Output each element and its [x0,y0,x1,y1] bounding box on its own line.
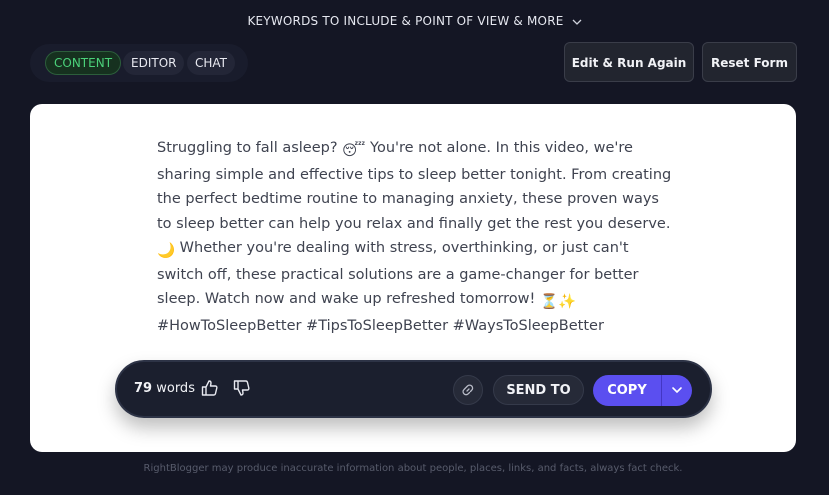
thumbs-up-icon[interactable] [200,378,220,402]
link-button[interactable] [453,375,483,405]
crescent-moon-emoji: 🌙 [157,242,176,259]
tab-editor[interactable]: EDITOR [123,51,185,75]
copy-button[interactable]: COPY [593,375,661,406]
copy-options-button[interactable] [662,375,692,406]
view-tabs: CONTENT EDITOR CHAT [30,44,248,82]
sparkles-emoji: ✨ [558,294,577,311]
word-count: 79 words [134,381,195,396]
tab-content[interactable]: CONTENT [45,51,122,75]
content-card: Struggling to fall asleep? 😴 You're not … [30,104,796,452]
chevron-down-icon [572,15,582,29]
reset-form-button[interactable]: Reset Form [702,42,797,82]
content-toolbar: 79 words SEND TO COPY [115,360,712,418]
hourglass-emoji: ⏳ [539,294,559,311]
edit-run-again-button[interactable]: Edit & Run Again [564,42,694,82]
copy-button-group: COPY [593,375,692,406]
chevron-down-icon [672,387,682,394]
word-count-number: 79 [134,381,153,396]
link-icon [462,384,474,396]
word-count-unit: words [156,381,195,396]
tab-chat[interactable]: CHAT [187,51,236,75]
options-toggle[interactable]: KEYWORDS TO INCLUDE & POINT OF VIEW & MO… [0,14,829,29]
hashtags: #HowToSleepBetter #TipsToSleepBetter #Wa… [157,318,604,335]
thumbs-down-icon[interactable] [232,378,252,402]
send-to-button[interactable]: SEND TO [493,375,584,405]
sleeping-face-emoji: 😴 [342,143,366,159]
generated-content: Struggling to fall asleep? 😴 You're not … [157,136,677,339]
content-text-segment: Struggling to fall asleep? [157,140,343,156]
disclaimer: RightBlogger may produce inaccurate info… [143,463,683,474]
options-toggle-label: KEYWORDS TO INCLUDE & POINT OF VIEW & MO… [247,14,564,28]
